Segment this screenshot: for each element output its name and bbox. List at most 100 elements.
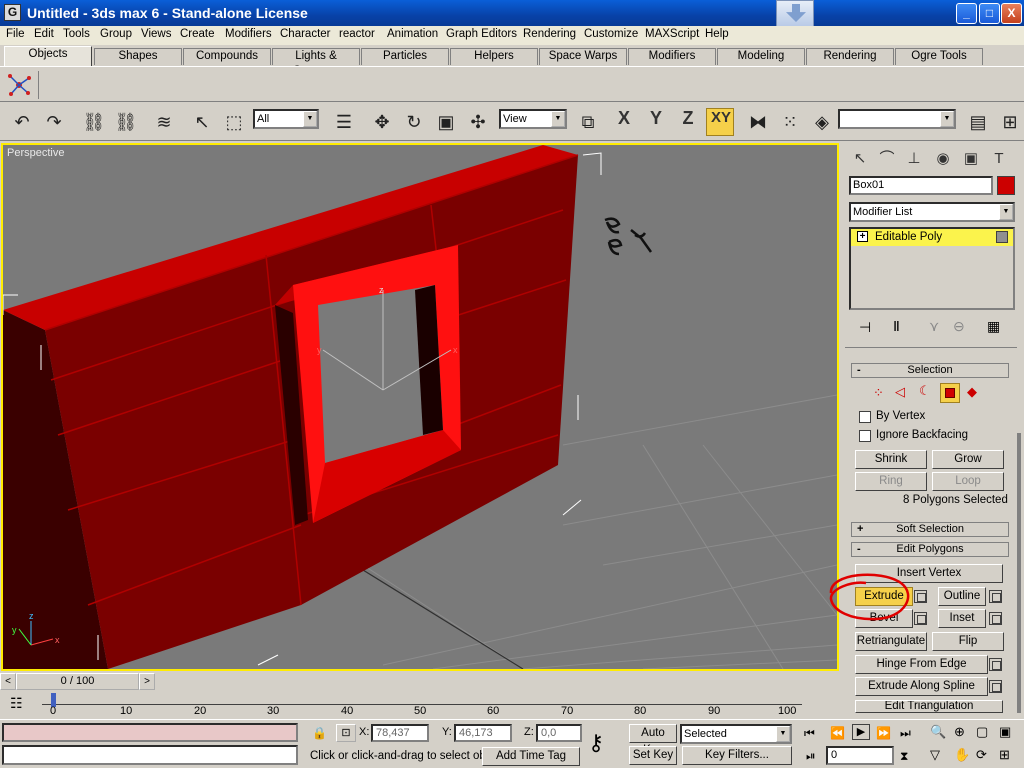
shrink-button[interactable]: Shrink: [855, 450, 927, 469]
panel-scrollbar[interactable]: [1017, 433, 1021, 713]
tab-compounds[interactable]: Compounds: [183, 48, 271, 65]
arc-rotate-icon[interactable]: ⟳: [976, 747, 987, 763]
grow-button[interactable]: Grow: [932, 450, 1004, 469]
close-button[interactable]: X: [1001, 3, 1022, 24]
viewport-label[interactable]: Perspective: [7, 147, 64, 159]
extrude-spline-settings-button[interactable]: [989, 680, 1002, 693]
y-coordinate-field[interactable]: 46,173: [454, 724, 512, 742]
array-button[interactable]: ⁙: [776, 108, 804, 136]
menu-edit[interactable]: Edit: [34, 28, 54, 40]
lock-selection-icon[interactable]: 🔒: [312, 726, 327, 740]
remove-modifier-icon[interactable]: ⊖: [953, 318, 965, 335]
menu-help[interactable]: Help: [705, 28, 729, 40]
outline-settings-button[interactable]: [989, 590, 1002, 603]
track-view-button[interactable]: ▤: [964, 108, 992, 136]
zoom-extents-icon[interactable]: ▢: [976, 724, 988, 740]
menu-rendering[interactable]: Rendering: [523, 28, 576, 40]
tab-modifiers[interactable]: Modifiers: [628, 48, 716, 65]
edit-polygons-rollout-header[interactable]: - Edit Polygons: [851, 542, 1009, 557]
pin-stack-icon[interactable]: ⊣: [859, 319, 871, 336]
next-key-icon[interactable]: ⏩: [876, 726, 891, 740]
hinge-settings-button[interactable]: [989, 658, 1002, 671]
utilities-tab-icon[interactable]: T: [987, 147, 1011, 171]
element-mode-icon[interactable]: ◆: [967, 384, 977, 400]
named-selection-dropdown[interactable]: ▼: [838, 109, 956, 129]
pan-icon[interactable]: ✋: [954, 747, 970, 763]
object-color-swatch[interactable]: [997, 176, 1015, 195]
field-of-view-icon[interactable]: ▽: [930, 747, 940, 763]
tab-modeling[interactable]: Modeling: [717, 48, 805, 65]
menu-create[interactable]: Create: [180, 28, 215, 40]
select-object-button[interactable]: ↖: [188, 108, 216, 136]
maximize-button[interactable]: □: [979, 3, 1000, 24]
selection-filter-dropdown[interactable]: All ▼: [253, 109, 319, 129]
configure-sets-icon[interactable]: ▦: [987, 318, 1000, 335]
go-to-end-icon[interactable]: ⏭: [900, 726, 911, 741]
stack-item-toggle-icon[interactable]: [996, 231, 1008, 243]
bind-spacewarp-button[interactable]: ≋: [150, 108, 178, 136]
flip-button[interactable]: Flip: [932, 632, 1004, 651]
vertex-mode-icon[interactable]: ⁘: [873, 385, 884, 401]
border-mode-icon[interactable]: ☾: [919, 383, 931, 399]
extrude-along-spline-button[interactable]: Extrude Along Spline: [855, 677, 988, 696]
tab-shapes[interactable]: Shapes: [94, 48, 182, 65]
menu-maxscript[interactable]: MAXScript: [645, 28, 699, 40]
menu-graph-editors[interactable]: Graph Editors: [446, 28, 517, 40]
edit-triangulation-button[interactable]: Edit Triangulation: [855, 700, 1003, 713]
menu-group[interactable]: Group: [100, 28, 132, 40]
minimize-button[interactable]: _: [956, 3, 977, 24]
soft-selection-rollout-header[interactable]: + Soft Selection: [851, 522, 1009, 537]
tab-space-warps[interactable]: Space Warps: [539, 48, 627, 65]
play-icon[interactable]: ▶: [852, 724, 870, 740]
time-config-icon[interactable]: ⧗: [900, 749, 908, 764]
add-time-tag-button[interactable]: Add Time Tag: [482, 747, 580, 766]
menu-views[interactable]: Views: [141, 28, 171, 40]
absolute-mode-icon[interactable]: ⊡: [336, 724, 356, 742]
prev-frame-button[interactable]: <: [0, 673, 16, 690]
region-select-button[interactable]: ⬚: [220, 108, 248, 136]
unlink-button[interactable]: ⛓: [112, 108, 140, 136]
object-name-field[interactable]: Box01: [849, 176, 993, 195]
curve-editor-icon[interactable]: ☷: [10, 695, 23, 712]
reference-coord-dropdown[interactable]: View ▼: [499, 109, 567, 129]
by-vertex-checkbox[interactable]: [859, 411, 871, 423]
menu-modifiers[interactable]: Modifiers: [225, 28, 272, 40]
manipulate-button[interactable]: ✣: [464, 108, 492, 136]
polygon-mode-button[interactable]: [940, 383, 960, 403]
outline-button[interactable]: Outline: [938, 587, 986, 606]
menu-file[interactable]: File: [6, 28, 25, 40]
retriangulate-button[interactable]: Retriangulate: [855, 632, 927, 651]
undo-button[interactable]: ↶: [8, 108, 36, 136]
select-link-button[interactable]: ⛓: [80, 108, 108, 136]
x-coordinate-field[interactable]: 78,437: [371, 724, 429, 742]
expand-plus-icon[interactable]: +: [857, 231, 868, 242]
set-key-button[interactable]: Set Key: [629, 746, 677, 765]
key-filters-button[interactable]: Key Filters...: [682, 746, 792, 765]
z-coordinate-field[interactable]: 0,0: [536, 724, 582, 742]
axis-z-button[interactable]: Z: [674, 108, 702, 136]
mirror-button[interactable]: ⧓: [744, 108, 772, 136]
next-frame-button[interactable]: >: [139, 673, 155, 690]
key-mode-toggle-icon[interactable]: ⏯: [806, 749, 816, 764]
hinge-from-edge-button[interactable]: Hinge From Edge: [855, 655, 988, 674]
current-frame-field[interactable]: 0: [826, 746, 894, 765]
maxscript-output-line[interactable]: [2, 745, 298, 765]
axis-y-button[interactable]: Y: [642, 108, 670, 136]
axis-xy-button[interactable]: XY: [706, 108, 734, 136]
selection-rollout-header[interactable]: - Selection: [851, 363, 1009, 378]
move-button[interactable]: ✥: [368, 108, 396, 136]
loop-button[interactable]: Loop: [932, 472, 1004, 491]
scale-button[interactable]: ▣: [432, 108, 460, 136]
menu-animation[interactable]: Animation: [387, 28, 438, 40]
rotate-button[interactable]: ↻: [400, 108, 428, 136]
menu-customize[interactable]: Customize: [584, 28, 638, 40]
tab-ogre-tools[interactable]: Ogre Tools: [895, 48, 983, 65]
zoom-extents-all-icon[interactable]: ▣: [999, 724, 1011, 740]
edge-mode-icon[interactable]: ◁: [895, 384, 905, 400]
stack-item-editable-poly[interactable]: + Editable Poly: [851, 229, 1013, 246]
maximize-viewport-icon[interactable]: ⊞: [999, 747, 1010, 763]
tab-particles[interactable]: Particles: [361, 48, 449, 65]
select-by-name-button[interactable]: ☰: [330, 108, 358, 136]
maxscript-listener-line[interactable]: [2, 723, 298, 742]
align-button[interactable]: ◈: [808, 108, 836, 136]
